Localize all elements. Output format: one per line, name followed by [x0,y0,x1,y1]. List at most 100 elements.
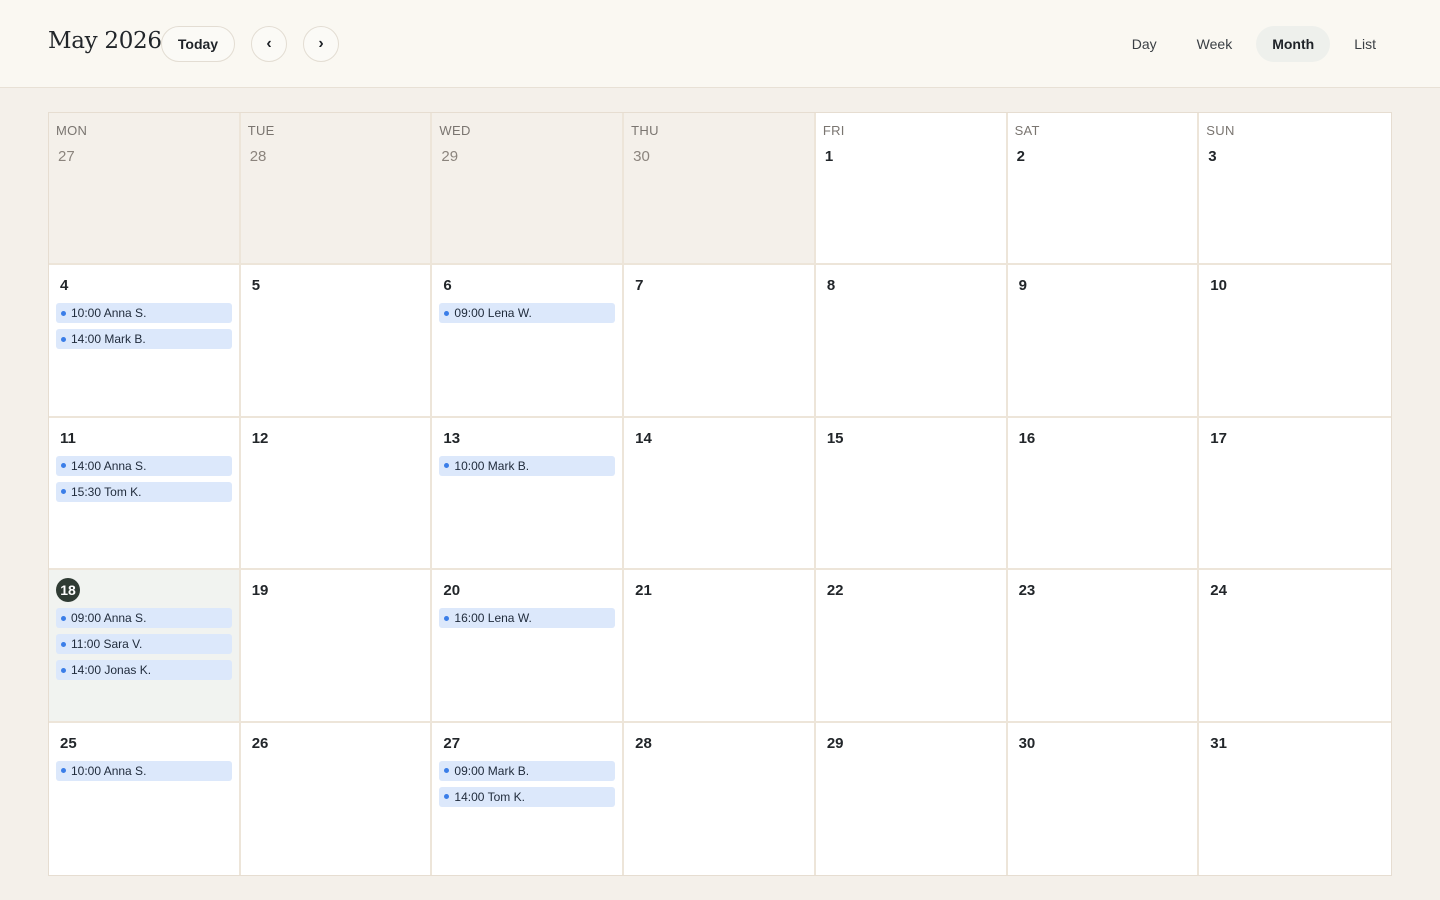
day-cell[interactable]: 8 [815,265,1008,418]
day-cell[interactable]: 7 [624,265,816,418]
event-chip[interactable]: 14:00 Tom K. [439,786,616,807]
day-cell[interactable]: 10 [1199,265,1391,418]
event-chip[interactable]: 09:00 Mark B. [439,760,616,781]
day-cell[interactable]: 15 [815,417,1008,571]
day-cell[interactable]: WED 29 [432,113,625,266]
event-label: 10:00 Anna S. [71,763,147,778]
day-cell[interactable]: 21 [624,570,816,723]
day-cell[interactable]: 29 [815,722,1008,875]
weekday-header: FRI [822,123,845,138]
weekday-header: SAT [1014,123,1040,138]
event-chip[interactable]: 10:00 Mark B. [439,455,616,476]
day-number: 16 [1018,429,1036,447]
event-chip[interactable]: 10:00 Anna S. [56,303,232,324]
event-chip[interactable]: 09:00 Anna S. [56,608,232,629]
day-cell[interactable]: 14 [624,417,816,571]
day-cell[interactable]: 17 [1199,417,1391,571]
event-dot-icon [61,667,66,673]
today-button[interactable]: Today [161,26,235,62]
day-cell[interactable]: FRI 1 [815,113,1008,266]
view-list-button[interactable]: List [1338,26,1392,62]
day-cell[interactable]: 24 [1199,570,1391,723]
event-dot-icon [61,310,66,316]
day-cell[interactable]: 11 14:00 Anna S. 15:30 Tom K. [49,417,241,571]
day-cell[interactable]: 20 16:00 Lena W. [432,570,625,723]
day-cell[interactable]: 6 09:00 Lena W. [432,265,625,418]
day-number: 8 [826,277,836,295]
event-chip[interactable]: 11:00 Sara V. [56,634,232,655]
day-number: 1 [824,148,834,165]
view-month-button[interactable]: Month [1256,26,1331,62]
day-cell[interactable]: 30 [1007,722,1200,875]
day-cell[interactable]: 19 [240,570,433,723]
day-cell[interactable]: 26 [240,722,433,875]
view-day-button[interactable]: Day [1116,26,1173,62]
view-switcher: Day Week Month List [1108,26,1392,62]
day-number: 25 [60,734,77,752]
day-number: 12 [251,429,269,447]
chevron-left-icon: ‹ [266,35,272,52]
day-number: 4 [60,277,69,295]
chevron-right-icon: › [318,35,324,52]
day-cell[interactable]: SUN 3 [1199,113,1391,266]
day-cell[interactable]: 12 [240,417,433,571]
event-list: 16:00 Lena W. [439,608,616,629]
event-chip[interactable]: 14:00 Jonas K. [56,660,232,681]
event-label: 10:00 Anna S. [71,306,147,321]
event-chip[interactable]: 15:30 Tom K. [56,481,232,502]
day-number: 31 [1210,734,1227,752]
day-number: 9 [1018,277,1027,295]
event-chip[interactable]: 16:00 Lena W. [439,608,616,629]
day-number: 27 [58,148,75,165]
day-cell[interactable]: MON 27 [49,113,241,266]
day-cell[interactable]: 27 09:00 Mark B. 14:00 Tom K. [432,722,625,875]
day-cell[interactable]: 5 [240,265,433,418]
day-cell[interactable]: 9 [1007,265,1200,418]
day-number: 20 [443,582,461,600]
event-list: 10:00 Mark B. [439,455,616,476]
event-list: 09:00 Anna S. 11:00 Sara V. 14:00 Jonas K. [56,608,232,681]
weekday-header: THU [631,123,659,138]
event-chip[interactable]: 14:00 Mark B. [56,329,232,350]
event-dot-icon [444,463,450,469]
day-number: 27 [443,734,461,752]
event-label: 14:00 Jonas K. [71,663,152,678]
day-number: 2 [1016,148,1025,165]
day-number: 28 [249,148,267,165]
event-label: 16:00 Lena W. [454,611,532,626]
event-list: 10:00 Anna S. [56,760,232,781]
day-cell[interactable]: 22 [815,570,1008,723]
day-cell[interactable]: 25 10:00 Anna S. [49,722,241,875]
day-cell[interactable]: 28 [624,722,816,875]
view-week-button[interactable]: Week [1181,26,1249,62]
day-number: 19 [251,582,269,600]
event-chip[interactable]: 10:00 Anna S. [56,760,232,781]
day-cell[interactable]: THU 30 [624,113,816,266]
day-cell[interactable]: 23 [1007,570,1200,723]
calendar-toolbar: May 2026 Today ‹ › Day Week Month List [0,0,1440,88]
month-title: May 2026 [48,28,162,54]
day-cell-today[interactable]: 18 09:00 Anna S. 11:00 Sara V. 14:00 Jonas … [49,570,241,723]
next-month-button[interactable]: › [303,26,339,62]
event-chip[interactable]: 14:00 Anna S. [56,455,232,476]
day-cell[interactable]: 4 10:00 Anna S. 14:00 Mark B. [49,265,241,418]
previous-month-button[interactable]: ‹ [251,26,287,62]
day-cell[interactable]: 16 [1007,417,1200,571]
weekday-header: TUE [247,123,275,138]
day-number: 26 [251,734,269,752]
day-number: 29 [826,734,844,752]
day-cell[interactable]: SAT 2 [1007,113,1200,266]
event-dot-icon [61,615,66,621]
event-dot-icon [61,768,66,774]
day-cell[interactable]: 31 [1199,722,1391,875]
day-cell[interactable]: TUE 28 [240,113,433,266]
day-number: 22 [826,582,844,600]
event-dot-icon [61,641,66,647]
day-number: 15 [826,429,844,447]
event-chip[interactable]: 09:00 Lena W. [439,303,616,324]
day-cell[interactable]: 13 10:00 Mark B. [432,417,625,571]
event-label: 14:00 Anna S. [71,458,147,473]
event-list: 10:00 Anna S. 14:00 Mark B. [56,303,232,350]
event-dot-icon [444,794,450,800]
day-number: 5 [251,277,261,295]
